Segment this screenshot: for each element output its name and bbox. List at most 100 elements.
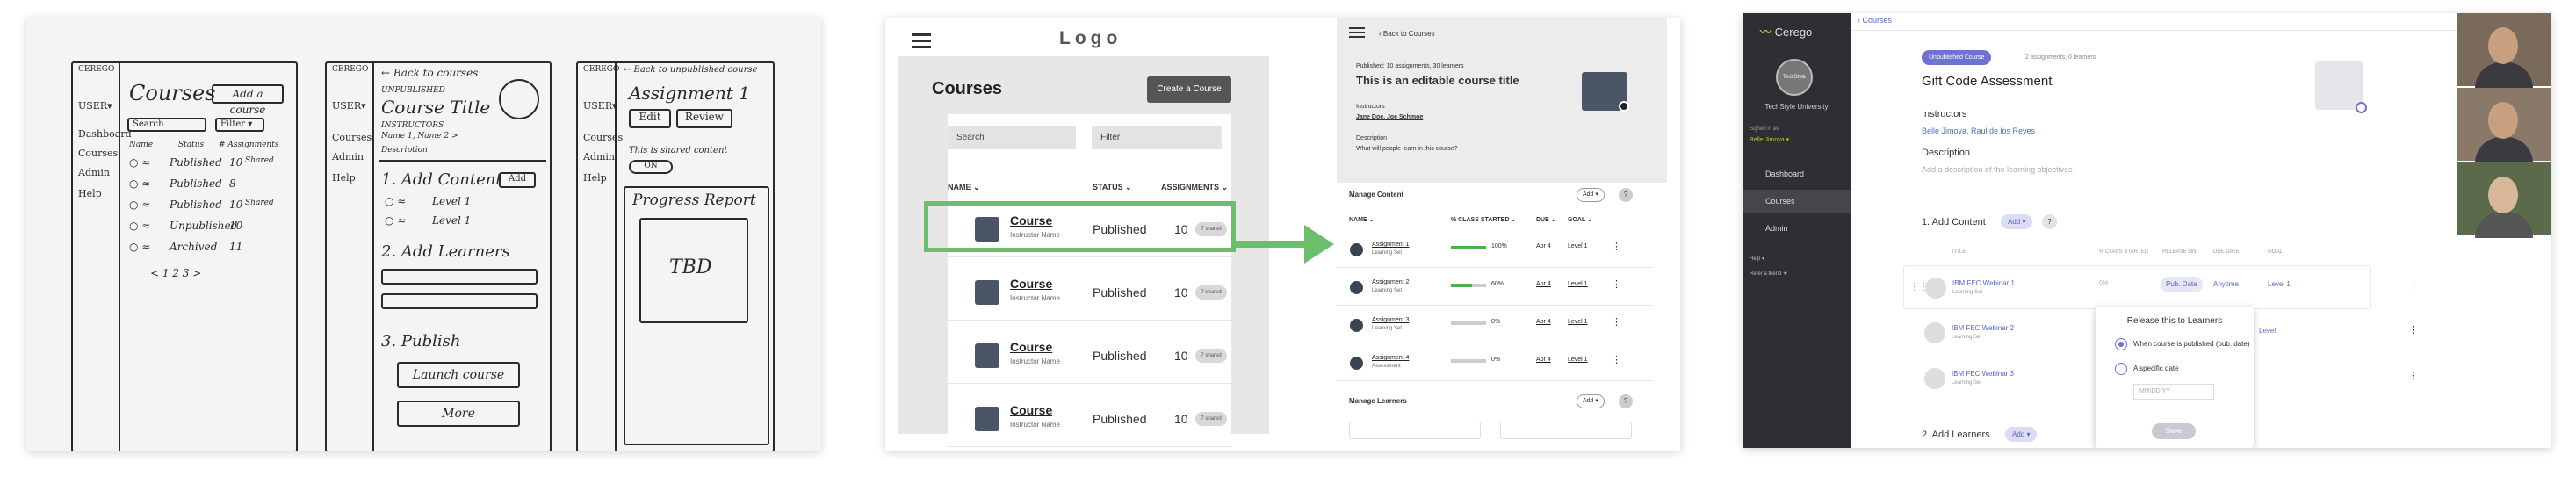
sketch-row-count: 10 — [229, 220, 243, 232]
due-link[interactable]: Apr 4 — [1536, 243, 1551, 249]
assignment-name[interactable]: Assignment 3 — [1372, 317, 1409, 323]
sketch-nav: USER▾ — [332, 100, 366, 112]
due-date-link[interactable]: Anytime — [2213, 280, 2239, 288]
table-row[interactable]: ⋮⋮ IBM FEC Webinar 1 Learning Set ⋮ — [1903, 265, 2419, 309]
due-link[interactable]: Apr 4 — [1536, 357, 1551, 363]
table-row[interactable]: Course Instructor Name Published 10 7 sh… — [948, 322, 1231, 384]
assignment-row[interactable]: Assignment 3 Learning Set 0% Apr 4 Level 1 ⋮ — [1337, 307, 1653, 343]
instructors-link[interactable]: Jane Doe, Joe Schmoe — [1356, 114, 1423, 120]
hamburger-icon[interactable] — [1349, 27, 1365, 40]
signed-in-label: Signed in as — [1750, 126, 1779, 132]
learner-input[interactable] — [1500, 422, 1632, 439]
sidebar-item-courses[interactable]: Courses — [1743, 190, 1851, 213]
row-menu-icon[interactable]: ⋮ — [2408, 324, 2418, 336]
sketch-row-status: Published — [170, 199, 222, 211]
filter-input[interactable]: Filter — [1092, 126, 1222, 149]
brand[interactable]: 〰 Cerego — [1760, 23, 1812, 40]
course-name[interactable]: Course — [1010, 277, 1052, 291]
row-menu-icon[interactable]: ⋮ — [2408, 370, 2418, 381]
table-row[interactable]: Course Instructor Name Published 10 7 sh… — [948, 259, 1231, 321]
radio-pub-date[interactable] — [2115, 338, 2127, 350]
goal-link[interactable]: Level 1 — [1568, 243, 1588, 249]
goal-link[interactable]: Level 1 — [2268, 280, 2291, 288]
progress-bar — [1451, 246, 1486, 249]
date-input[interactable]: MM/DD/YY — [2133, 384, 2214, 400]
refer-friend-link[interactable]: Refer a friend ★ — [1750, 271, 1787, 277]
assignment-row[interactable]: Assignment 4 Assessment 0% Apr 4 Level 1 ⋮ — [1337, 344, 1653, 381]
cerego-logo-icon: 〰 — [1760, 25, 1772, 39]
camera-icon[interactable] — [1619, 101, 1629, 112]
assignment-name[interactable]: Assignment 4 — [1372, 355, 1409, 361]
row-menu-icon[interactable]: ⋮ — [1612, 241, 1621, 252]
instructors-link[interactable]: Belle Jimoya, Raul de los Reyes — [1922, 126, 2035, 135]
add-learners-button[interactable]: Add ▾ — [1577, 394, 1605, 408]
assignment-name[interactable]: Assignment 1 — [1372, 242, 1409, 248]
sketch-level-row: ○ ≈ — [385, 195, 407, 207]
create-course-button[interactable]: Create a Course — [1147, 76, 1231, 103]
add-content-heading: 1. Add Content — [1922, 217, 1986, 227]
radio-specific-date[interactable] — [2115, 363, 2127, 375]
learner-input[interactable] — [1349, 422, 1481, 439]
due-link[interactable]: Apr 4 — [1536, 319, 1551, 325]
col-assignments[interactable]: ASSIGNMENTS ⌄ — [1161, 183, 1228, 192]
help-icon[interactable]: ? — [1619, 188, 1633, 202]
avatar[interactable]: TechStyle — [1776, 59, 1813, 96]
course-name[interactable]: Course — [1010, 340, 1052, 354]
brand-name: Cerego — [1774, 25, 1813, 39]
back-to-courses-link[interactable]: ‹ Courses — [1858, 16, 1892, 25]
course-thumbnail — [975, 407, 999, 431]
save-button[interactable]: Save — [2152, 423, 2196, 439]
course-thumbnail — [975, 343, 999, 368]
edit-image-icon[interactable] — [2356, 102, 2367, 113]
col-class-started[interactable]: % CLASS STARTED ⌄ — [1451, 216, 1516, 223]
user-menu[interactable]: Belle Jimoya ▾ — [1750, 136, 1789, 143]
add-label: Add — [1583, 398, 1594, 404]
sketch-back-link: ← Back to unpublished course — [624, 65, 758, 75]
row-menu-icon[interactable]: ⋮ — [1612, 354, 1621, 365]
item-name[interactable]: IBM FEC Webinar 3 — [1952, 370, 2014, 378]
description-text[interactable]: Add a description of the learning object… — [1922, 165, 2073, 174]
row-menu-icon[interactable]: ⋮ — [1612, 278, 1621, 290]
course-title[interactable]: Gift Code Assessment — [1922, 74, 2052, 89]
course-image[interactable] — [2315, 61, 2367, 113]
radio-pub-date-label[interactable]: When course is published (pub. date) — [2133, 340, 2250, 348]
goal-link[interactable]: Level 1 — [1568, 319, 1588, 325]
help-menu[interactable]: Help ▾ — [1750, 256, 1764, 262]
col-due[interactable]: DUE ⌄ — [1536, 216, 1556, 223]
release-date-button[interactable]: Pub. Date — [2161, 277, 2203, 292]
assignment-row[interactable]: Assignment 1 Learning Set 100% Apr 4 Level 1… — [1337, 231, 1653, 268]
help-icon[interactable]: ? — [1619, 394, 1633, 408]
add-learners-button[interactable]: Add ▾ — [2005, 427, 2038, 442]
course-name[interactable]: Course — [1010, 403, 1052, 417]
goal-link[interactable]: Level — [2259, 327, 2276, 335]
goal-link[interactable]: Level 1 — [1568, 281, 1588, 287]
row-menu-icon[interactable]: ⋮ — [2409, 279, 2419, 291]
hamburger-icon[interactable] — [912, 33, 931, 52]
add-content-button[interactable]: Add ▾ — [2001, 214, 2033, 229]
sketch-back-link: ← Back to courses — [381, 67, 479, 79]
item-name[interactable]: IBM FEC Webinar 2 — [1952, 324, 2014, 332]
sketch-col: Status — [178, 141, 205, 149]
due-link[interactable]: Apr 4 — [1536, 281, 1551, 287]
sidebar-item-admin[interactable]: Admin — [1743, 217, 1851, 241]
col-goal[interactable]: GOAL ⌄ — [1568, 216, 1592, 223]
add-content-button[interactable]: Add ▾ — [1577, 188, 1605, 202]
description-text[interactable]: What will people learn in this course? — [1356, 146, 1458, 152]
item-name[interactable]: IBM FEC Webinar 1 — [1952, 279, 2015, 287]
table-row[interactable]: Course Instructor Name Published 10 7 sh… — [948, 386, 1231, 447]
course-title[interactable]: This is an editable course title — [1356, 74, 1519, 87]
assignment-name[interactable]: Assignment 2 — [1372, 279, 1409, 285]
col-name[interactable]: NAME ⌄ — [1349, 216, 1374, 223]
col-name[interactable]: NAME ⌄ — [948, 183, 980, 192]
col-status[interactable]: STATUS ⌄ — [1093, 183, 1132, 192]
release-popover: Release this to Learners When course is … — [2096, 307, 2254, 448]
goal-link[interactable]: Level 1 — [1568, 357, 1588, 363]
back-to-courses-link[interactable]: ‹ Back to Courses — [1379, 30, 1435, 38]
search-input[interactable]: Search — [948, 126, 1076, 149]
assignment-row[interactable]: Assignment 2 Learning Set 60% Apr 4 Level 1 ⋮ — [1337, 269, 1653, 306]
sidebar-item-dashboard[interactable]: Dashboard — [1743, 162, 1851, 186]
row-menu-icon[interactable]: ⋮ — [1612, 316, 1621, 328]
assignment-type: Learning Set — [1372, 288, 1403, 293]
radio-specific-date-label[interactable]: A specific date — [2133, 365, 2179, 372]
help-icon[interactable]: ? — [2042, 214, 2057, 229]
